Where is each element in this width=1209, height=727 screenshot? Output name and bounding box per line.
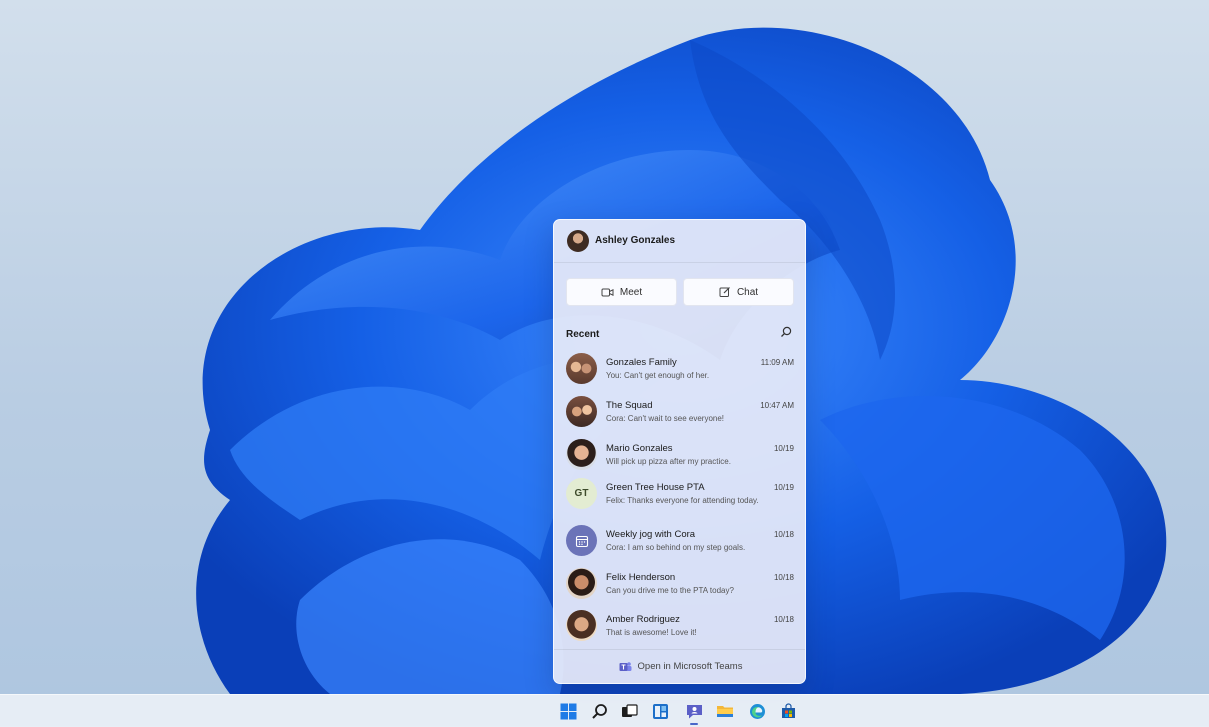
task-view-icon (621, 703, 638, 717)
meet-label: Meet (619, 286, 643, 298)
list-item[interactable]: GT Green Tree House PTA 10/19 Felix: Tha… (554, 472, 805, 514)
edge-icon (749, 703, 765, 719)
avatar (566, 396, 597, 427)
avatar: GT (566, 478, 597, 509)
list-item[interactable]: Weekly jog with Cora 10/18 Cora: I am so… (554, 519, 805, 561)
avatar (566, 439, 597, 470)
chat-flyout: Ashley Gonzales Meet Chat Recent Gonzale… (553, 219, 806, 684)
user-name: Ashley Gonzales (595, 235, 676, 246)
conversation-time: 10/19 (773, 483, 794, 492)
start-button[interactable] (558, 701, 578, 721)
edge-button[interactable] (747, 701, 767, 721)
chat-button[interactable]: Chat (683, 278, 794, 306)
conversation-title: Weekly jog with Cora (606, 529, 696, 540)
task-view-button[interactable] (619, 701, 639, 721)
avatar-initials: GT (574, 488, 589, 499)
widgets-button[interactable] (650, 701, 670, 721)
avatar (566, 525, 597, 556)
calendar-icon (575, 535, 588, 547)
compose-icon (719, 287, 730, 297)
active-app-indicator (690, 723, 698, 725)
avatar (566, 610, 597, 641)
conversation-preview: That is awesome! Love it! (606, 628, 697, 637)
widgets-icon (652, 703, 668, 719)
video-camera-icon (601, 288, 614, 296)
list-item[interactable]: Mario Gonzales 10/19 Will pick up pizza … (554, 433, 805, 475)
conversation-title: Mario Gonzales (606, 443, 673, 454)
conversation-preview: Cora: I am so behind on my step goals. (606, 543, 746, 552)
start-icon (560, 703, 576, 719)
conversation-time: 10/19 (773, 444, 794, 453)
conversation-time: 10:47 AM (760, 401, 794, 410)
conversation-time: 11:09 AM (760, 358, 794, 367)
user-avatar[interactable] (567, 230, 589, 252)
open-in-teams-link[interactable]: Open in Microsoft Teams (554, 649, 805, 683)
flyout-header: Ashley Gonzales (554, 220, 805, 263)
search-icon[interactable] (780, 326, 792, 338)
conversation-preview: Can you drive me to the PTA today? (606, 586, 734, 595)
file-explorer-button[interactable] (715, 701, 735, 721)
conversation-time: 10/18 (773, 573, 794, 582)
chat-taskbar-button[interactable] (684, 701, 704, 721)
conversation-title: Gonzales Family (606, 357, 677, 368)
teams-icon (619, 661, 632, 671)
store-button[interactable] (778, 701, 798, 721)
store-icon (781, 702, 795, 718)
avatar (566, 568, 597, 599)
conversation-preview: Will pick up pizza after my practice. (606, 457, 731, 466)
chat-label: Chat (736, 286, 759, 298)
conversation-preview: Felix: Thanks everyone for attending tod… (606, 496, 759, 505)
meet-button[interactable]: Meet (566, 278, 677, 306)
list-item[interactable]: Gonzales Family 11:09 AM You: Can't get … (554, 347, 805, 389)
taskbar (0, 694, 1209, 727)
list-item[interactable]: The Squad 10:47 AM Cora: Can't wait to s… (554, 390, 805, 432)
conversation-preview: You: Can't get enough of her. (606, 371, 710, 380)
list-item[interactable]: Felix Henderson 10/18 Can you drive me t… (554, 562, 805, 604)
conversation-title: Felix Henderson (606, 572, 676, 583)
list-item[interactable]: Amber Rodriguez 10/18 That is awesome! L… (554, 604, 805, 646)
avatar (566, 353, 597, 384)
open-in-teams-label: Open in Microsoft Teams (637, 661, 743, 672)
chat-icon (686, 704, 702, 718)
taskbar-search-button[interactable] (589, 701, 609, 721)
file-explorer-icon (717, 706, 733, 717)
conversation-title: Amber Rodriguez (606, 614, 680, 625)
conversation-time: 10/18 (773, 530, 794, 539)
search-icon (591, 703, 607, 719)
conversation-time: 10/18 (773, 615, 794, 624)
conversation-preview: Cora: Can't wait to see everyone! (606, 414, 725, 423)
conversation-title: Green Tree House PTA (606, 482, 705, 493)
conversation-title: The Squad (606, 400, 653, 411)
recent-heading: Recent (566, 329, 600, 340)
